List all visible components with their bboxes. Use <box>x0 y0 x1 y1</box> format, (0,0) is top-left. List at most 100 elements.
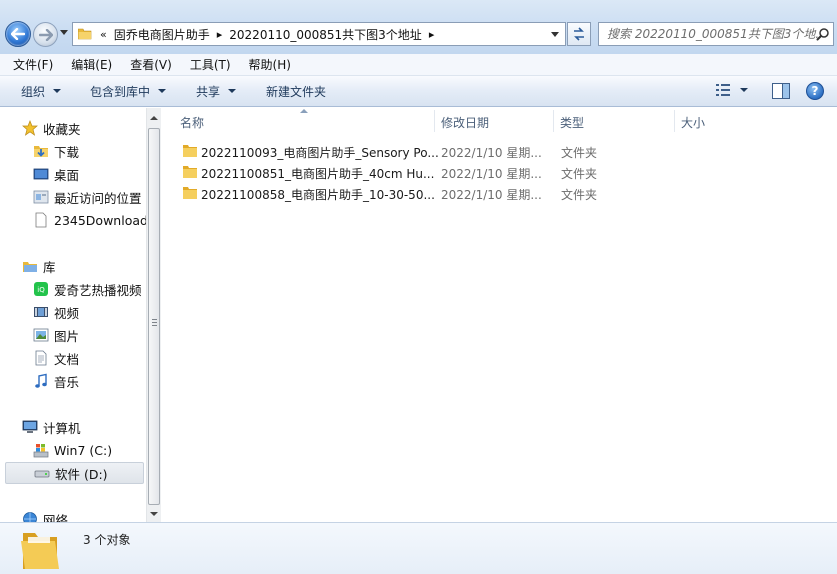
nav-network[interactable]: 网络 <box>22 508 68 522</box>
nav-label: 软件 (D:) <box>55 466 108 482</box>
column-header-size[interactable]: 大小 <box>681 114 705 131</box>
documents-icon <box>35 350 47 366</box>
column-headers: 名称 修改日期 类型 大小 <box>162 108 837 134</box>
command-bar: 组织 包含到库中 共享 新建文件夹 <box>0 76 837 107</box>
chevron-down-icon <box>228 89 237 93</box>
nav-label: 视频 <box>54 305 80 321</box>
breadcrumb-separator-icon[interactable]: ▸ <box>429 28 435 41</box>
back-button[interactable] <box>5 21 31 47</box>
search-icon[interactable] <box>816 27 830 41</box>
address-bar[interactable]: « 固乔电商图片助手 ▸ 20220110_000851共下图3个地址 ▸ <box>72 22 566 46</box>
nav-label: 计算机 <box>43 420 81 436</box>
network-icon <box>23 512 37 522</box>
column-divider[interactable] <box>434 110 435 132</box>
forward-arrow-icon <box>38 28 53 41</box>
preview-pane-button[interactable] <box>772 83 790 99</box>
column-header-type[interactable]: 类型 <box>560 114 584 131</box>
nav-drive-d[interactable]: 软件 (D:) <box>5 462 144 484</box>
nav-videos[interactable]: 视频 <box>33 301 79 323</box>
organize-button[interactable]: 组织 <box>12 83 70 100</box>
breadcrumb-item[interactable]: 固乔电商图片助手 <box>114 26 210 43</box>
nav-iqiyi[interactable]: iQ 爱奇艺热播视频 <box>33 278 142 300</box>
share-button[interactable]: 共享 <box>187 83 245 100</box>
video-icon <box>34 307 48 317</box>
menu-help[interactable]: 帮助(H) <box>240 56 300 73</box>
scroll-down-arrow-icon[interactable] <box>150 512 158 516</box>
nav-favorites[interactable]: 收藏夹 <box>22 117 81 139</box>
chevron-down-icon <box>740 88 748 92</box>
column-header-name[interactable]: 名称 <box>180 114 204 131</box>
nav-label: 音乐 <box>54 374 80 390</box>
folder-icon <box>21 533 59 569</box>
breadcrumb-separator-icon[interactable]: ▸ <box>217 28 223 41</box>
include-in-library-button[interactable]: 包含到库中 <box>81 83 175 100</box>
chevron-down-icon <box>53 89 62 93</box>
nav-label: 下载 <box>54 144 80 160</box>
navigation-scrollbar[interactable] <box>146 108 161 522</box>
file-row[interactable]: 2022110093_电商图片助手_Sensory Po... 2022/1/1… <box>162 141 837 162</box>
file-name: 20221100858_电商图片助手_10-30-50... <box>201 188 435 202</box>
menu-file[interactable]: 文件(F) <box>4 56 62 73</box>
new-folder-label: 新建文件夹 <box>266 84 327 99</box>
svg-text:iQ: iQ <box>37 286 45 294</box>
downloads-folder-icon <box>34 146 48 157</box>
new-folder-button[interactable]: 新建文件夹 <box>257 83 335 100</box>
nav-2345downloads[interactable]: 2345Downloads <box>33 209 146 231</box>
desktop-icon <box>33 168 49 180</box>
menu-tools[interactable]: 工具(T) <box>181 56 240 73</box>
search-box[interactable] <box>598 22 834 46</box>
nav-label: 网络 <box>43 512 69 523</box>
column-divider[interactable] <box>674 110 675 132</box>
nav-documents[interactable]: 文档 <box>33 347 79 369</box>
nav-label: 文档 <box>54 351 80 367</box>
refresh-button[interactable] <box>567 22 591 46</box>
file-date: 2022/1/10 星期... <box>441 167 542 181</box>
details-view-icon <box>716 84 730 96</box>
nav-recent-places[interactable]: 最近访问的位置 <box>33 186 142 208</box>
refresh-icon <box>574 27 584 41</box>
sort-ascending-icon <box>300 109 308 113</box>
include-in-library-label: 包含到库中 <box>90 84 151 99</box>
nav-label: 库 <box>43 259 56 275</box>
scrollbar-thumb[interactable] <box>148 128 160 505</box>
menu-bar: 文件(F) 编辑(E) 查看(V) 工具(T) 帮助(H) <box>0 54 837 76</box>
file-type: 文件夹 <box>561 146 598 160</box>
grip-icon <box>152 319 157 326</box>
nav-music[interactable]: 音乐 <box>33 370 79 392</box>
breadcrumb-item[interactable]: 20220110_000851共下图3个地址 <box>229 26 422 43</box>
music-icon <box>35 373 47 388</box>
change-view-button[interactable] <box>716 84 748 96</box>
star-icon <box>22 120 38 136</box>
file-row[interactable]: 20221100858_电商图片助手_10-30-50... 2022/1/10… <box>162 183 837 204</box>
file-row[interactable]: 20221100851_电商图片助手_40cm Hu... 2022/1/10 … <box>162 162 837 183</box>
nav-label: 收藏夹 <box>43 121 81 137</box>
menu-edit[interactable]: 编辑(E) <box>62 56 121 73</box>
drive-icon <box>34 470 50 478</box>
scroll-up-arrow-icon[interactable] <box>150 116 158 120</box>
address-dropdown-icon[interactable] <box>551 32 559 37</box>
menu-view[interactable]: 查看(V) <box>121 56 181 73</box>
nav-downloads[interactable]: 下载 <box>33 140 79 162</box>
column-header-date[interactable]: 修改日期 <box>441 114 489 131</box>
nav-libraries[interactable]: 库 <box>22 255 56 277</box>
folder-icon <box>183 187 197 199</box>
help-button[interactable]: ? <box>806 82 824 100</box>
search-input[interactable] <box>607 24 819 44</box>
computer-icon <box>22 420 38 433</box>
pictures-icon <box>33 328 49 342</box>
address-toolbar: « 固乔电商图片助手 ▸ 20220110_000851共下图3个地址 ▸ <box>0 0 837 54</box>
nav-desktop[interactable]: 桌面 <box>33 163 79 185</box>
file-date: 2022/1/10 星期... <box>441 188 542 202</box>
recent-pages-dropdown[interactable] <box>60 30 68 35</box>
share-label: 共享 <box>196 84 221 99</box>
nav-drive-c[interactable]: Win7 (C:) <box>33 439 112 461</box>
nav-pictures[interactable]: 图片 <box>33 324 79 346</box>
nav-label: 最近访问的位置 <box>54 190 142 206</box>
column-divider[interactable] <box>553 110 554 132</box>
breadcrumb-overflow[interactable]: « <box>100 28 107 41</box>
libraries-icon <box>23 262 37 272</box>
file-icon <box>35 212 47 228</box>
nav-label: 爱奇艺热播视频 <box>54 282 142 298</box>
nav-computer[interactable]: 计算机 <box>22 416 81 438</box>
forward-button[interactable] <box>33 22 58 47</box>
